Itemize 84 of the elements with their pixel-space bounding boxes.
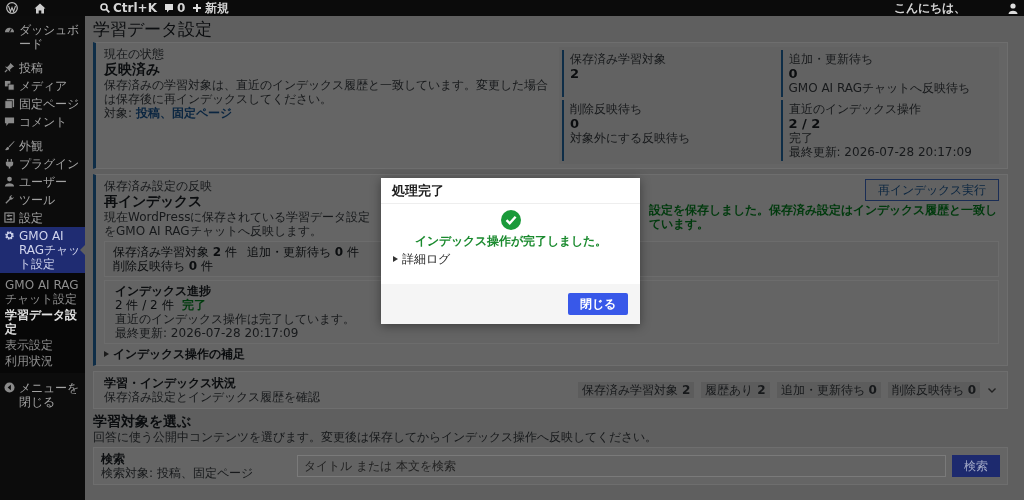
menu-item[interactable]: ダッシュボード	[0, 21, 85, 53]
stat-value: 2	[570, 66, 581, 81]
target-text: 対象: 投稿、固定ページ	[104, 106, 233, 120]
dialog-title: 処理完了	[381, 178, 640, 204]
menu-item[interactable]: ユーザー	[0, 173, 85, 191]
menu-item[interactable]: 設定	[0, 209, 85, 227]
panel-title: 学習・インデックス状況	[104, 376, 237, 390]
stat-value: 2 / 2	[788, 116, 822, 131]
stat-note: 最終更新: 2026-07-28 20:17:09	[788, 145, 973, 159]
stat-label: 削除反映待ち	[570, 102, 643, 116]
disclosure-triangle-icon	[104, 351, 109, 357]
new-content-link[interactable]: 新規	[205, 0, 230, 16]
progress-title: インデックス進捗	[115, 284, 212, 298]
card-heading: 再インデックス	[104, 193, 203, 210]
user-avatar-icon[interactable]	[1008, 2, 1018, 14]
media-icon	[4, 80, 15, 91]
comment-bubble-icon	[4, 116, 15, 127]
progress-status: 完了	[181, 298, 206, 312]
count-chip: 履歴あり 2	[701, 382, 770, 398]
menu-item[interactable]: プラグイン	[0, 155, 85, 173]
stat-label: 追加・更新待ち	[788, 52, 874, 66]
search-label: 検索	[101, 452, 126, 466]
stat-value: 0	[570, 116, 581, 131]
log-toggle[interactable]: 詳細ログ	[393, 252, 450, 266]
stat-note: 対象外にする反映待ち	[570, 131, 691, 145]
check-circle-icon	[500, 210, 521, 230]
count-chip: 追加・更新待ち 0	[776, 382, 881, 398]
current-menu-notch	[80, 245, 85, 255]
stat-label: 保存済み学習対象	[570, 52, 667, 66]
menu-item[interactable]: メディア	[0, 77, 85, 95]
count-chip: 保存済み学習対象 2	[578, 382, 695, 398]
wordpress-logo-icon[interactable]	[6, 2, 18, 14]
menu-item[interactable]: 投稿	[0, 59, 85, 77]
menu-item[interactable]: 外観	[0, 137, 85, 155]
progress-message: 直近のインデックス操作は完了しています。	[115, 312, 356, 326]
submenu-item[interactable]: 表示設定	[0, 337, 85, 353]
card-eyebrow: 保存済み設定の反映	[104, 179, 213, 193]
menu-item[interactable]: コメント	[0, 113, 85, 131]
progress-updated: 最終更新: 2026-07-28 20:17:09	[115, 326, 300, 340]
menu-item[interactable]: 固定ページ	[0, 95, 85, 113]
search-shortcut[interactable]: Ctrl+K	[113, 0, 157, 16]
settings-icon	[4, 212, 15, 223]
home-icon[interactable]	[34, 2, 46, 14]
disclosure-triangle-icon	[393, 256, 398, 262]
plug-icon	[4, 158, 15, 169]
stat-label: 直近のインデックス操作	[788, 102, 922, 116]
count-chip: 削除反映待ち 0	[887, 382, 980, 398]
progress-count: 2 件 / 2 件	[115, 298, 174, 312]
plus-icon[interactable]	[192, 3, 203, 13]
card-heading: 反映済み	[104, 61, 161, 78]
pin-icon	[4, 62, 15, 73]
section-heading: 学習対象を選ぶ	[93, 413, 192, 430]
collapse-menu-button[interactable]: メニューを閉じる	[0, 379, 85, 411]
page-title: 学習データ設定	[93, 19, 213, 39]
panel-subtitle: 保存済み設定とインデックス履歴を確認	[104, 390, 321, 404]
user-icon	[4, 176, 15, 187]
submenu-item[interactable]: 学習データ設定	[0, 307, 85, 337]
submenu-item[interactable]: 利用状況	[0, 353, 85, 369]
comment-bubble-icon[interactable]	[163, 3, 174, 13]
greeting-text[interactable]: こんにちは、	[894, 0, 966, 16]
success-notice: 設定を保存しました。保存済み設定はインデックス履歴と一致しています。	[649, 203, 998, 231]
card-description: 保存済みの学習対象は、直近のインデックス履歴と一致しています。変更した場合は保存後に再インデックスしてください。	[104, 78, 549, 106]
summary-text: 削除反映待ち 0 件	[113, 259, 213, 273]
search-button[interactable]: 検索	[952, 455, 1000, 477]
stat-note: 完了	[788, 131, 814, 145]
page-icon	[4, 98, 15, 109]
summary-text: 保存済み学習対象 2 件	[113, 245, 237, 259]
menu-item[interactable]: GMO AI RAGチャット設定	[0, 227, 85, 273]
close-button[interactable]: 閉じる	[568, 293, 628, 315]
menu-item[interactable]: ツール	[0, 191, 85, 209]
success-message: インデックス操作が完了しました。	[414, 234, 607, 248]
search-icon[interactable]	[100, 3, 110, 13]
comment-count[interactable]: 0	[176, 0, 186, 16]
summary-text: 追加・更新待ち 0 件	[247, 245, 360, 259]
stat-value: 0	[788, 66, 799, 81]
submenu-item[interactable]: GMO AI RAGチャット設定	[0, 277, 85, 307]
gear-icon	[4, 230, 15, 241]
card-eyebrow: 現在の状態	[104, 47, 165, 61]
search-hint: 検索対象: 投稿、固定ページ	[101, 466, 254, 480]
stat-note: GMO AI RAGチャットへ反映待ち	[788, 81, 972, 95]
wrench-icon	[4, 194, 15, 205]
card-description: 現在WordPressに保存されている学習データ設定をGMO AI RAGチャットへ反映します。	[104, 210, 372, 238]
chevron-down-icon[interactable]	[987, 385, 997, 395]
brush-icon	[4, 140, 15, 151]
